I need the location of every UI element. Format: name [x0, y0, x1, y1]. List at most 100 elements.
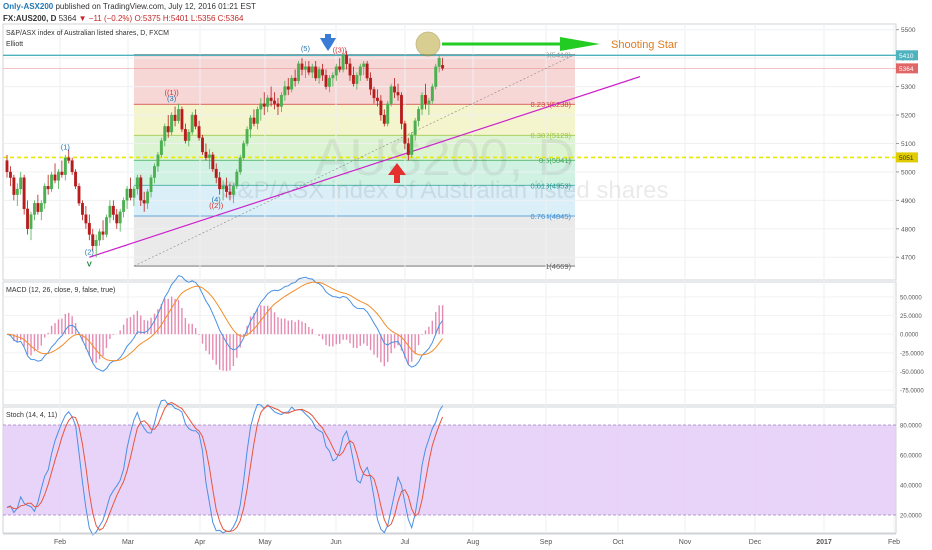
candle [430, 83, 434, 104]
candle-body [345, 55, 349, 64]
candle-body [362, 63, 366, 67]
candle-body [125, 188, 129, 201]
candle-body [255, 109, 259, 124]
price-axis-tag-label: 5410 [899, 53, 914, 60]
candle-body [46, 185, 50, 190]
candle [159, 137, 163, 158]
macd-y-tick-label: 50.0000 [900, 295, 922, 301]
candle-body [276, 103, 280, 107]
candle-body [396, 92, 400, 96]
candle-body [300, 63, 304, 70]
candle-body [321, 69, 325, 76]
stoch-y-tick-label: 20.0000 [900, 514, 922, 520]
candle [341, 52, 345, 73]
candle-body [283, 86, 287, 96]
candle [105, 214, 108, 238]
candle [297, 60, 300, 84]
macd-y-tick-label: -75.0000 [900, 389, 924, 395]
candle-body [187, 131, 191, 141]
candle-body [108, 205, 112, 218]
candle-body [105, 217, 108, 235]
candle-body [406, 143, 410, 155]
candle-body [324, 75, 328, 87]
candle-body [297, 63, 300, 82]
candle-body [57, 171, 60, 181]
candle-body [221, 185, 225, 190]
macd-y-tick-label: 25.0000 [900, 314, 922, 320]
candle-body [29, 214, 33, 229]
x-tick-label: Mar [122, 539, 135, 546]
x-tick-label: Oct [613, 539, 624, 546]
candle-body [290, 77, 294, 90]
candle-body [5, 160, 9, 173]
candle [170, 112, 174, 135]
candle [389, 83, 393, 107]
macd-title: MACD (12, 26, close, 9, false, true) [6, 287, 115, 294]
candle-body [355, 75, 359, 84]
trading-chart[interactable]: 0(5413)0.236(5238)0.382(5129)0.5(5041)0.… [0, 0, 932, 550]
candle-body [348, 63, 352, 76]
candle-body [156, 154, 160, 167]
candle-body [262, 103, 266, 107]
candle-body [379, 100, 383, 116]
candle-body [389, 86, 393, 104]
y-tick-label: 5200 [901, 113, 916, 120]
candle-body [293, 77, 297, 82]
candle-body [142, 200, 146, 204]
candle-body [201, 137, 204, 153]
candle-body [317, 69, 321, 79]
elliott-wave-label: V [87, 259, 92, 268]
candle [74, 169, 78, 189]
candle-body [286, 86, 290, 90]
candle-body [310, 66, 314, 73]
candle [50, 171, 54, 192]
candle [22, 174, 26, 215]
candle-body [173, 114, 177, 121]
candle-body [94, 240, 98, 247]
elliott-wave-label: ((3)) [333, 45, 348, 54]
elliott-wave-label: (3) [167, 94, 177, 103]
candle-body [424, 94, 427, 104]
fib-level-label: 1(4669) [545, 262, 571, 271]
candle-body [228, 191, 232, 195]
macd-y-tick-label: -50.0000 [900, 370, 924, 376]
candle-body [115, 214, 119, 224]
x-tick-label: Feb [54, 539, 66, 546]
x-tick-label: Sep [540, 539, 553, 546]
shooting-star-label: Shooting Star [611, 39, 678, 51]
candle-body [170, 114, 174, 133]
candle-body [81, 203, 84, 215]
pane-frame-2 [2, 281, 897, 406]
x-tick-label: Feb [888, 539, 900, 546]
candle-body [375, 97, 379, 101]
candle-body [403, 123, 407, 144]
candle-body [135, 177, 139, 190]
macd-y-tick-label: -25.0000 [900, 351, 924, 357]
candle-body [139, 177, 143, 201]
candle-body [39, 203, 43, 212]
candle [235, 169, 239, 189]
candle [180, 106, 184, 133]
candle-body [163, 126, 167, 141]
candle-body [159, 140, 163, 155]
x-tick-label: May [258, 539, 272, 546]
candle-body [327, 77, 331, 87]
peak-down-arrow-stem [325, 34, 331, 40]
candle-body [211, 154, 215, 170]
candle-body [19, 177, 23, 190]
candle-body [43, 185, 47, 204]
candle-body [307, 66, 311, 73]
candle-body [129, 188, 132, 198]
candle-body [111, 205, 115, 215]
price-axis-tag-label: 5364 [899, 66, 914, 73]
candle-body [259, 103, 263, 110]
candle-body [218, 177, 222, 190]
candle-body [386, 103, 390, 124]
y-tick-label: 5500 [901, 27, 916, 34]
candle-body [87, 222, 91, 235]
candle-body [242, 143, 246, 158]
candle-body [279, 94, 283, 107]
candle-body [98, 231, 102, 241]
candle-body [341, 55, 345, 70]
candle-body [372, 89, 376, 99]
